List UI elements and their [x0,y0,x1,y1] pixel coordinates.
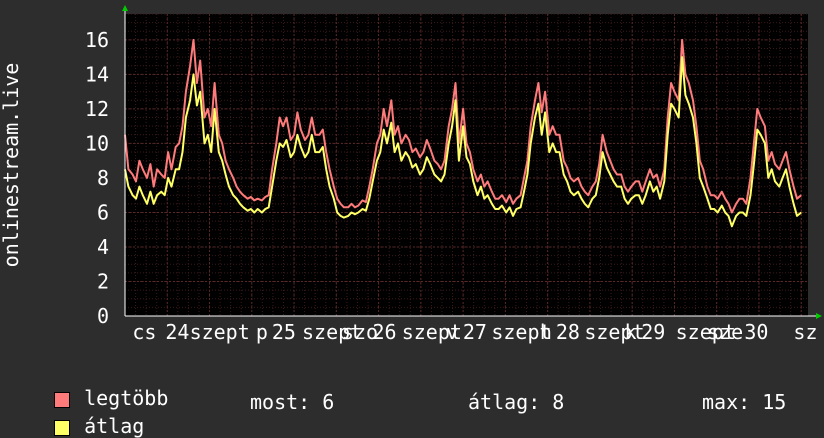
stat-now: most: 6 [250,390,335,414]
y-axis-arrow [122,5,128,11]
x-tick-label: sze [707,320,743,344]
y-tick-label: 0 [97,304,109,328]
x-tick-label: 30 [744,320,768,344]
x-tick-label: sz [793,320,817,344]
legend-item-avg: átlag [30,390,144,438]
x-tick-label: p [256,320,268,344]
y-axis-label: onlinestream.live [0,63,23,268]
legend-avg-label: átlag [84,414,145,438]
traffic-chart: 0246810121416 cs 24 szept p 25 szeptszo26 szep… [0,5,822,344]
x-tick-label: 25 [272,320,296,344]
x-tick-label: k [624,320,636,344]
stat-avg: átlag: 8 [468,390,565,414]
x-tick-label: 24 [165,320,189,344]
x-tick-label: 26 [372,320,396,344]
y-tick-label: 14 [85,62,109,86]
y-tick-label: 16 [85,28,109,52]
y-tick-labels: 0 2 4 6 8 10 12 14 16 [85,28,109,328]
x-axis-arrow [816,313,822,319]
x-tick-label: 28 [556,320,580,344]
x-tick-label: h [540,320,552,344]
x-tick-labels: cs 24 szept p 25 szeptszo26 szeptv 27 szepth 28 sz… [132,320,817,344]
y-tick-label: 4 [97,235,109,259]
y-tick-label: 8 [97,166,109,190]
x-tick-label: 29 [641,320,665,344]
y-tick-label: 6 [97,200,109,224]
x-tick-label: 27 [463,320,487,344]
x-tick-label: v [446,320,458,344]
avg-swatch [54,419,71,436]
y-tick-label: 2 [97,269,109,293]
stat-max: max: 15 [702,390,787,414]
x-tick-label: cs [132,320,156,344]
x-tick-label: szept [190,320,250,344]
y-tick-label: 10 [85,131,109,155]
y-tick-label: 12 [85,97,109,121]
